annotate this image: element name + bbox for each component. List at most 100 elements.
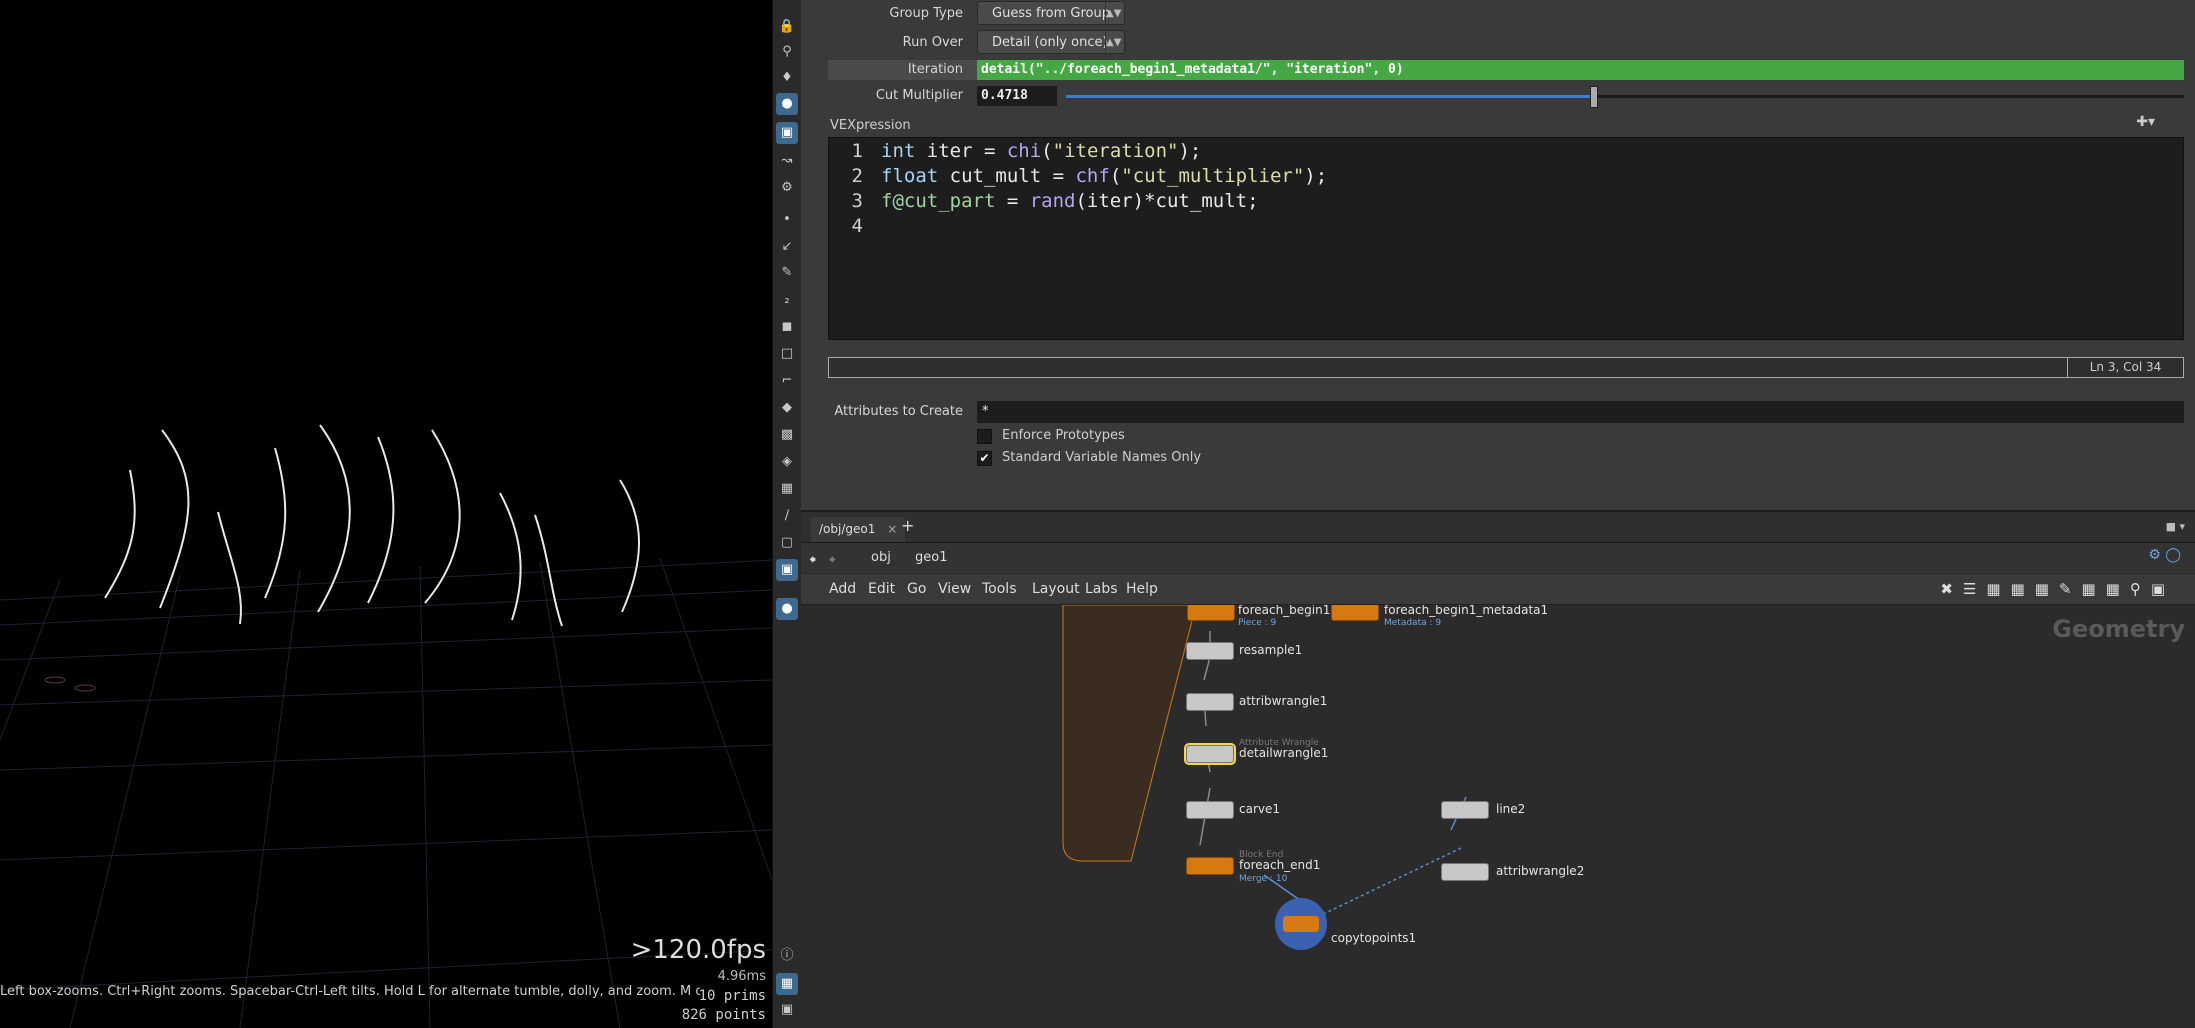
standard-var-names-label: Standard Variable Names Only [1002,450,1202,465]
back-icon[interactable]: 🠸 [809,549,816,573]
vexpression-label: VEXpression [830,118,911,133]
layout-icon[interactable]: ▦ [776,973,798,995]
vex-code-editor[interactable]: 1 2 3 4 int iter = chi("iteration"); flo… [828,137,2184,340]
view-icon[interactable]: ▣ [776,559,798,581]
points-count: 826 points [681,1007,766,1023]
node-attribwrangle1[interactable] [1186,693,1234,711]
attributes-to-create-label: Attributes to Create [834,404,963,419]
node-sublabel: Piece : 9 [1238,618,1277,628]
box-icon[interactable]: ▩ [776,424,798,446]
brush-icon[interactable]: ◼ [776,316,798,338]
forward-icon[interactable]: 🠺 [829,549,836,573]
sculpt-icon[interactable]: ◆ [776,397,798,419]
network-tab-bar: /obj/geo1 × + ■ ▾ [801,512,2195,543]
tab-label: /obj/geo1 [819,522,876,536]
breadcrumb-geo1[interactable]: geo1 [915,550,947,565]
edge-icon[interactable]: ↙ [776,236,798,258]
bulb-icon[interactable]: ● [776,93,798,115]
frame-time-readout: 4.96ms [717,969,766,984]
line-number: 3 [851,190,863,212]
network-options-icon[interactable]: ⚙ ◯ [2148,547,2181,563]
scene-viewport[interactable]: >120.0fps 4.96ms Left box-zooms. Ctrl+Ri… [0,0,772,1028]
node-sublabel: Metadata : 9 [1384,618,1442,628]
light-icon[interactable]: ♦ [776,67,798,89]
close-icon[interactable]: × [887,522,897,536]
node-label: line2 [1496,802,1526,816]
add-tab-icon[interactable]: + [901,516,914,535]
line-number: 1 [851,140,863,162]
run-over-label: Run Over [902,35,963,50]
run-over-dropdown[interactable]: Detail (only once) ▲▼ [977,30,1125,55]
menu-view[interactable]: View [938,574,971,604]
node-label: carve1 [1239,802,1281,816]
run-over-value: Detail (only once) [992,35,1108,50]
pane-menu-icon[interactable]: ■ ▾ [2166,520,2185,533]
enforce-prototypes-checkbox[interactable] [977,429,992,444]
path-bar: 🠸 🠺 obj geo1 ⚙ ◯ [801,543,2195,573]
point-icon[interactable]: • [776,209,798,231]
cut-multiplier-field[interactable]: 0.4718 [977,86,1057,106]
node-resample1[interactable] [1186,642,1234,660]
code-line-3: f@cut_part = rand(iter)*cut_mult; [881,190,1259,212]
pen-icon[interactable]: ✎ [776,262,798,284]
iteration-expression-field[interactable]: detail("../foreach_begin1_metadata1/", "… [977,60,2184,80]
number-icon[interactable]: ₂ [776,289,798,311]
camera-icon[interactable]: ▣ [776,122,798,144]
display-icon[interactable]: ● [776,598,798,620]
menu-edit[interactable]: Edit [868,574,895,604]
info-icon[interactable]: ⓘ [776,945,798,967]
viewport-grid [0,424,772,1028]
code-status-bar: Ln 3, Col 34 [828,357,2184,378]
select-icon[interactable]: ⚙ [776,177,798,199]
menu-help[interactable]: Help [1126,574,1158,604]
gem-icon[interactable]: ◈ [776,451,798,473]
node-detailwrangle1[interactable] [1184,743,1236,765]
cut-multiplier-slider-handle[interactable] [1590,86,1598,108]
attributes-to-create-field[interactable]: * [977,401,2184,423]
cut-multiplier-label: Cut Multiplier [875,88,963,103]
image-icon[interactable]: ▦ [776,478,798,500]
square-icon[interactable]: ▢ [776,532,798,554]
node-graph[interactable]: Geometry foreach_begin1 Piece : 9 foreac… [801,605,2195,1028]
node-copytopoints1[interactable] [1275,898,1327,950]
standard-var-names-checkbox[interactable]: ✔ [977,451,992,466]
node-wires [1062,605,1467,921]
fps-readout: >120.0fps [630,935,766,965]
curve-icon[interactable]: ⌐ [776,370,798,392]
lock-icon[interactable]: 🔒 [776,16,798,38]
network-tool-icons[interactable]: ✖☰▦▦▦✎▦▦⚲▣ [1940,580,2175,598]
node-foreach-begin1[interactable] [1187,605,1235,621]
node-foreach-end1[interactable] [1186,857,1234,875]
menu-add[interactable]: Add [829,574,856,604]
menu-go[interactable]: Go [907,574,926,604]
paint-icon[interactable]: □ [776,343,798,365]
node-line2[interactable] [1441,801,1489,819]
menu-labs[interactable]: Labs [1085,574,1118,604]
menu-tools[interactable]: Tools [982,574,1017,604]
breadcrumb-obj[interactable]: obj [871,550,891,565]
handle-icon[interactable]: ↝ [776,150,798,172]
pin-icon[interactable]: ⚲ [776,41,798,63]
group-type-label: Group Type [889,6,963,21]
chevron-updown-icon: ▲▼ [1105,31,1121,55]
chevron-updown-icon: ▲▼ [1105,2,1121,26]
node-label: attribwrangle1 [1239,694,1328,708]
code-line-2: float cut_mult = chf("cut_multiplier"); [881,165,1328,187]
iteration-label: Iteration [907,62,963,77]
snapshot-icon[interactable]: ▣ [776,999,798,1021]
node-label: foreach_begin1 [1238,605,1331,617]
node-attribwrangle2[interactable] [1441,863,1489,881]
tab-obj-geo1[interactable]: /obj/geo1 × [811,517,906,542]
node-carve1[interactable] [1186,801,1234,819]
node-label: attribwrangle2 [1496,864,1585,878]
code-line-1: int iter = chi("iteration"); [881,140,1202,162]
node-foreach-begin1-metadata1[interactable] [1331,605,1379,621]
prims-count: 10 prims [698,988,766,1004]
group-type-dropdown[interactable]: Guess from Group ▲▼ [977,1,1125,26]
node-label: copytopoints1 [1331,931,1417,945]
ruler-icon[interactable]: ∕ [776,505,798,527]
line-number: 4 [851,215,863,237]
menu-layout[interactable]: Layout [1032,574,1080,604]
add-snippet-icon[interactable]: ✚▾ [2136,114,2155,130]
network-menu-bar: Add Edit Go View Tools Layout Labs Help … [801,574,2195,605]
